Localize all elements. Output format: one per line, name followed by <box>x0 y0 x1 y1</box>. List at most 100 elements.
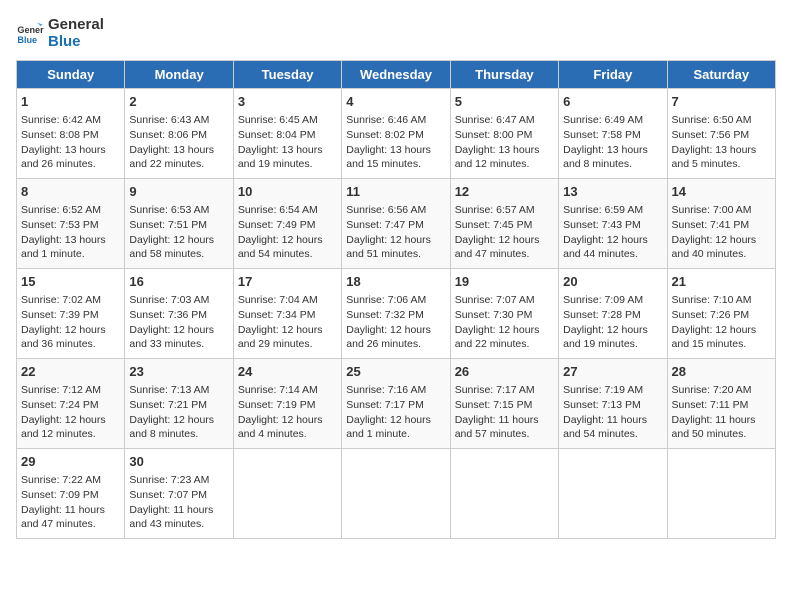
cell-info: and 15 minutes. <box>672 337 771 352</box>
cell-info: Daylight: 13 hours <box>563 143 662 158</box>
cell-info: Sunrise: 7:03 AM <box>129 293 228 308</box>
calendar-cell: 8Sunrise: 6:52 AMSunset: 7:53 PMDaylight… <box>17 179 125 269</box>
cell-info: Sunset: 7:13 PM <box>563 398 662 413</box>
cell-info: Sunset: 7:15 PM <box>455 398 554 413</box>
day-number: 14 <box>672 183 771 201</box>
calendar-cell: 13 Sunrise: 6:59 AMSunset: 7:43 PMDayligh… <box>559 179 667 269</box>
cell-info: Daylight: 12 hours <box>455 233 554 248</box>
calendar-table: SundayMondayTuesdayWednesdayThursdayFrid… <box>16 60 776 539</box>
cell-info: Sunrise: 7:10 AM <box>672 293 771 308</box>
cell-info: Sunset: 8:00 PM <box>455 128 554 143</box>
cell-info: Sunset: 7:34 PM <box>238 308 337 323</box>
calendar-row-1: 1Sunrise: 6:42 AMSunset: 8:08 PMDaylight… <box>17 89 776 179</box>
day-number: 13 <box>563 183 662 201</box>
calendar-cell: 10Sunrise: 6:54 AMSunset: 7:49 PMDayligh… <box>233 179 341 269</box>
cell-info: Sunset: 7:19 PM <box>238 398 337 413</box>
day-number: 9 <box>129 183 228 201</box>
day-number: 19 <box>455 273 554 291</box>
cell-info: Sunrise: 6:49 AM <box>563 113 662 128</box>
cell-info: and 22 minutes. <box>455 337 554 352</box>
calendar-cell: 17Sunrise: 7:04 AMSunset: 7:34 PMDayligh… <box>233 269 341 359</box>
cell-info: and 12 minutes. <box>455 157 554 172</box>
day-header-monday: Monday <box>125 61 233 89</box>
cell-info: Sunset: 7:49 PM <box>238 218 337 233</box>
cell-info: Daylight: 12 hours <box>563 323 662 338</box>
day-number: 28 <box>672 363 771 381</box>
calendar-cell: 14Sunrise: 7:00 AMSunset: 7:41 PMDayligh… <box>667 179 775 269</box>
cell-info: and 51 minutes. <box>346 247 445 262</box>
cell-info: and 58 minutes. <box>129 247 228 262</box>
cell-info: Sunrise: 6:42 AM <box>21 113 120 128</box>
cell-info: Sunrise: 6:52 AM <box>21 203 120 218</box>
cell-info: Sunset: 7:56 PM <box>672 128 771 143</box>
calendar-cell: 2Sunrise: 6:43 AMSunset: 8:06 PMDaylight… <box>125 89 233 179</box>
cell-info: Daylight: 13 hours <box>129 143 228 158</box>
cell-info: Sunrise: 6:45 AM <box>238 113 337 128</box>
cell-info: Sunrise: 6:59 AM <box>563 203 662 218</box>
cell-info: and 26 minutes. <box>21 157 120 172</box>
logo-general: General <box>48 16 104 33</box>
day-number: 30 <box>129 453 228 471</box>
calendar-cell: 29Sunrise: 7:22 AMSunset: 7:09 PMDayligh… <box>17 449 125 539</box>
calendar-cell: 9Sunrise: 6:53 AMSunset: 7:51 PMDaylight… <box>125 179 233 269</box>
calendar-cell: 16Sunrise: 7:03 AMSunset: 7:36 PMDayligh… <box>125 269 233 359</box>
header: General Blue General Blue <box>16 16 776 50</box>
calendar-cell: 6Sunrise: 6:49 AMSunset: 7:58 PMDaylight… <box>559 89 667 179</box>
cell-info: Daylight: 12 hours <box>672 323 771 338</box>
calendar-row-4: 22Sunrise: 7:12 AMSunset: 7:24 PMDayligh… <box>17 359 776 449</box>
cell-info: and 33 minutes. <box>129 337 228 352</box>
cell-info: Daylight: 13 hours <box>346 143 445 158</box>
cell-info: Sunset: 7:21 PM <box>129 398 228 413</box>
day-number: 17 <box>238 273 337 291</box>
cell-info: Sunset: 7:53 PM <box>21 218 120 233</box>
day-number: 8 <box>21 183 120 201</box>
cell-info: Daylight: 12 hours <box>129 413 228 428</box>
days-header-row: SundayMondayTuesdayWednesdayThursdayFrid… <box>17 61 776 89</box>
cell-info: Sunset: 7:47 PM <box>346 218 445 233</box>
day-number: 21 <box>672 273 771 291</box>
cell-info: Daylight: 12 hours <box>346 323 445 338</box>
calendar-cell: 26Sunrise: 7:17 AMSunset: 7:15 PMDayligh… <box>450 359 558 449</box>
cell-info: Daylight: 12 hours <box>238 233 337 248</box>
cell-info: Sunset: 7:43 PM <box>563 218 662 233</box>
cell-info: Daylight: 12 hours <box>672 233 771 248</box>
cell-info: and 8 minutes. <box>129 427 228 442</box>
cell-info: and 47 minutes. <box>455 247 554 262</box>
cell-info: Sunset: 7:17 PM <box>346 398 445 413</box>
svg-text:Blue: Blue <box>17 35 37 45</box>
calendar-cell <box>342 449 450 539</box>
day-number: 15 <box>21 273 120 291</box>
cell-info: Daylight: 13 hours <box>238 143 337 158</box>
cell-info: Daylight: 12 hours <box>21 323 120 338</box>
cell-info: Sunset: 7:41 PM <box>672 218 771 233</box>
cell-info: Daylight: 12 hours <box>129 323 228 338</box>
cell-info: Daylight: 11 hours <box>672 413 771 428</box>
calendar-cell: 11Sunrise: 6:56 AMSunset: 7:47 PMDayligh… <box>342 179 450 269</box>
cell-info: Daylight: 11 hours <box>21 503 120 518</box>
day-number: 4 <box>346 93 445 111</box>
cell-info: and 54 minutes. <box>238 247 337 262</box>
logo: General Blue General Blue <box>16 16 104 50</box>
calendar-cell: 23Sunrise: 7:13 AMSunset: 7:21 PMDayligh… <box>125 359 233 449</box>
cell-info: Daylight: 12 hours <box>563 233 662 248</box>
cell-info: Sunset: 7:36 PM <box>129 308 228 323</box>
cell-info: Daylight: 13 hours <box>455 143 554 158</box>
cell-info: and 5 minutes. <box>672 157 771 172</box>
cell-info: Sunrise: 7:02 AM <box>21 293 120 308</box>
cell-info: Sunset: 7:30 PM <box>455 308 554 323</box>
cell-info: Sunset: 8:04 PM <box>238 128 337 143</box>
calendar-cell: 3Sunrise: 6:45 AMSunset: 8:04 PMDaylight… <box>233 89 341 179</box>
cell-info: Sunset: 7:51 PM <box>129 218 228 233</box>
cell-info: Daylight: 12 hours <box>21 413 120 428</box>
cell-info: Sunrise: 7:09 AM <box>563 293 662 308</box>
cell-info: Sunset: 7:39 PM <box>21 308 120 323</box>
cell-info: and 19 minutes. <box>563 337 662 352</box>
day-number: 7 <box>672 93 771 111</box>
day-number: 27 <box>563 363 662 381</box>
day-number: 20 <box>563 273 662 291</box>
cell-info: and 12 minutes. <box>21 427 120 442</box>
day-number: 12 <box>455 183 554 201</box>
day-number: 18 <box>346 273 445 291</box>
cell-info: and 47 minutes. <box>21 517 120 532</box>
cell-info: and 57 minutes. <box>455 427 554 442</box>
